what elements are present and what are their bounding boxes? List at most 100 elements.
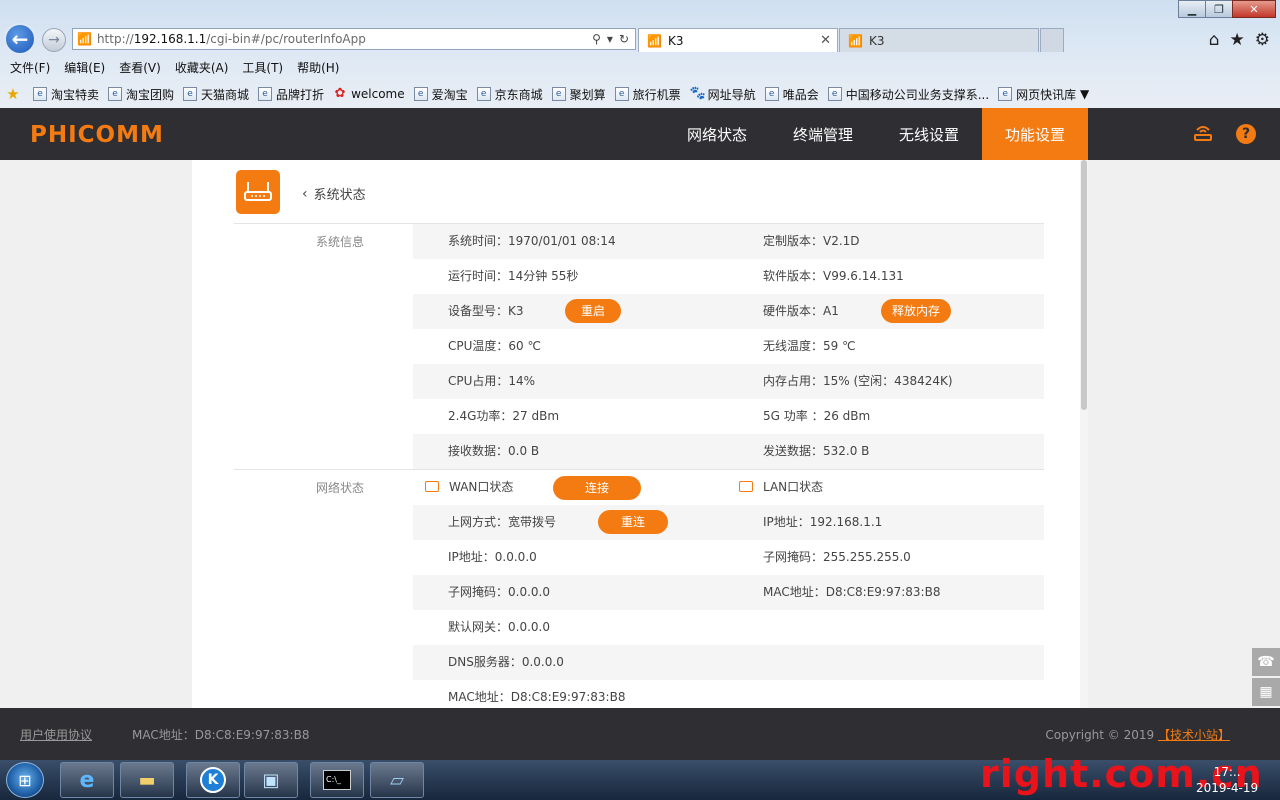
start-button[interactable]: ⊞ — [6, 762, 44, 798]
menu-favorites[interactable]: 收藏夹(A) — [175, 59, 229, 76]
info-label: 内存占用： — [763, 374, 824, 388]
tech-forum-link[interactable]: 【技术小站】 — [1158, 728, 1230, 742]
info-value: 15% (空闲：438424K) — [823, 374, 953, 388]
page-icon: e — [108, 87, 123, 101]
favorites-star-icon[interactable]: ★ — [1230, 30, 1245, 50]
menu-tools[interactable]: 工具(T) — [242, 59, 283, 76]
info-cell: 硬件版本：A1 — [763, 294, 839, 329]
window-controls: ▁ ❐ ✕ — [1178, 0, 1276, 18]
fav-item[interactable]: e 唯品会 — [764, 86, 819, 103]
info-value: 0.0.0.0 — [494, 550, 537, 564]
customer-service-icon[interactable]: ☎ — [1252, 648, 1280, 676]
nav-network-status[interactable]: 网络状态 — [664, 108, 770, 160]
info-value: D8:C8:E9:97:83:B8 — [825, 585, 941, 599]
reconnect-button[interactable]: 重连 — [598, 510, 668, 534]
fav-item[interactable]: ✿ welcome — [333, 87, 405, 102]
search-icon[interactable]: ⚲ — [592, 32, 601, 46]
reboot-button[interactable]: 重启 — [565, 299, 621, 323]
k-app-taskbar-icon[interactable]: K — [186, 762, 240, 798]
info-row: 默认网关：0.0.0.0 — [413, 610, 1044, 645]
dropdown-icon[interactable]: ▾ — [607, 32, 613, 46]
tab-k3[interactable]: 📶 K3 — [839, 28, 1039, 52]
fav-label: 爱淘宝 — [431, 87, 468, 102]
notepad-taskbar-icon[interactable]: ▱ — [370, 762, 424, 798]
ie-taskbar-icon[interactable]: e — [60, 762, 114, 798]
menu-bar: 文件(F) 编辑(E) 查看(V) 收藏夹(A) 工具(T) 帮助(H) — [0, 56, 1280, 78]
help-icon[interactable]: ? — [1236, 124, 1256, 144]
fav-item[interactable]: e 淘宝团购 — [108, 86, 174, 103]
fav-item[interactable]: e 天猫商城 — [183, 86, 249, 103]
fav-item[interactable]: e 爱淘宝 — [413, 86, 468, 103]
info-value: V99.6.14.131 — [823, 269, 904, 283]
chevron-down-icon: ▼ — [1080, 87, 1090, 101]
maximize-button[interactable]: ❐ — [1205, 0, 1233, 18]
menu-help[interactable]: 帮助(H) — [297, 59, 339, 76]
forward-button[interactable]: → — [42, 28, 66, 52]
back-to-system-status[interactable]: ‹ 系统状态 — [302, 184, 366, 204]
page-icon: e — [614, 87, 629, 101]
tab-title: K3 — [667, 33, 684, 48]
header-icons: ? — [1192, 124, 1256, 144]
clock-time: 17:.. — [1213, 765, 1241, 779]
refresh-icon[interactable]: ↻ — [619, 32, 629, 46]
info-cell: 运行时间：14分钟 55秒 — [448, 259, 578, 294]
tab-k3-active[interactable]: 📶 K3 ✕ — [638, 28, 838, 52]
info-value: 532.0 B — [823, 444, 870, 458]
new-tab-button[interactable] — [1040, 28, 1064, 52]
free-memory-button[interactable]: 释放内存 — [881, 299, 951, 323]
menu-file[interactable]: 文件(F) — [10, 59, 50, 76]
info-value: 192.168.1.1 — [809, 515, 883, 529]
info-label: CPU占用： — [448, 374, 509, 388]
fav-item-web-slices[interactable]: e 网页快讯库 ▼ — [998, 86, 1089, 103]
taskbar-clock[interactable]: 17:.. 2019-4-19 — [1196, 764, 1258, 796]
nav-device-management[interactable]: 终端管理 — [770, 108, 876, 160]
menu-view[interactable]: 查看(V) — [119, 59, 161, 76]
back-button[interactable]: ← — [4, 23, 36, 55]
qr-code-icon[interactable]: ▦ — [1252, 678, 1280, 706]
page-icon: e — [827, 87, 842, 101]
info-value: 0.0.0.0 — [521, 655, 564, 669]
fav-label: 淘宝团购 — [126, 87, 175, 102]
address-bar[interactable]: 📶 http://192.168.1.1/cgi-bin#/pc/routerI… — [72, 28, 636, 50]
info-value: 0.0 B — [508, 444, 540, 458]
info-row: MAC地址：D8:C8:E9:97:83:B8 — [413, 680, 1044, 708]
page-body: ‹ 系统状态 系统信息 系统时间：1970/01/01 08:14 定制版本：V… — [0, 160, 1280, 708]
user-agreement-link[interactable]: 用户使用协议 — [20, 726, 92, 743]
fav-item[interactable]: e 品牌打折 — [258, 86, 324, 103]
menu-edit[interactable]: 编辑(E) — [64, 59, 105, 76]
fav-item[interactable]: e 旅行机票 — [614, 86, 681, 103]
info-cell: 默认网关：0.0.0.0 — [448, 610, 550, 645]
wan-title: WAN口状态 — [425, 470, 513, 505]
info-row: CPU温度：60 ℃ 无线温度：59 ℃ — [413, 329, 1044, 364]
minimize-button[interactable]: ▁ — [1178, 0, 1206, 18]
scrollbar-thumb[interactable] — [1081, 160, 1087, 410]
phicomm-logo[interactable]: PHICOMM — [30, 122, 164, 148]
settings-gear-icon[interactable]: ⚙ — [1255, 30, 1270, 50]
info-cell: 设备型号：K3 — [448, 294, 524, 329]
address-host: 192.168.1.1 — [133, 32, 207, 46]
info-label: 5G 功率 ： — [763, 409, 824, 423]
nav-function-settings[interactable]: 功能设置 — [982, 108, 1088, 160]
info-value: 255.255.255.0 — [823, 550, 911, 564]
info-cell: 无线温度：59 ℃ — [763, 329, 856, 364]
nav-wireless-settings[interactable]: 无线设置 — [876, 108, 982, 160]
fav-label: welcome — [351, 87, 405, 101]
fav-item[interactable]: e 淘宝特卖 — [33, 86, 99, 103]
fav-item[interactable]: e 京东商城 — [476, 86, 543, 103]
monitor-icon — [739, 481, 753, 492]
fav-item[interactable]: e 聚划算 — [551, 86, 606, 103]
close-window-button[interactable]: ✕ — [1232, 0, 1276, 18]
connect-button[interactable]: 连接 — [553, 476, 641, 500]
close-tab-icon[interactable]: ✕ — [820, 33, 831, 48]
info-label: MAC地址： — [763, 585, 826, 599]
fav-item[interactable]: e 中国移动公司业务支撑系... — [827, 86, 989, 103]
router-icon[interactable] — [1192, 124, 1214, 144]
favorites-add[interactable]: ★ — [6, 87, 24, 102]
fav-item[interactable]: 🐾 网址导航 — [690, 86, 756, 103]
network-taskbar-icon[interactable]: ▣ — [244, 762, 298, 798]
explorer-taskbar-icon[interactable]: ▬ — [120, 762, 174, 798]
cmd-taskbar-icon[interactable]: C:\_ — [310, 762, 364, 798]
info-cell: CPU温度：60 ℃ — [448, 329, 541, 364]
baidu-paw-icon: 🐾 — [689, 86, 706, 101]
home-icon[interactable]: ⌂ — [1209, 30, 1220, 50]
